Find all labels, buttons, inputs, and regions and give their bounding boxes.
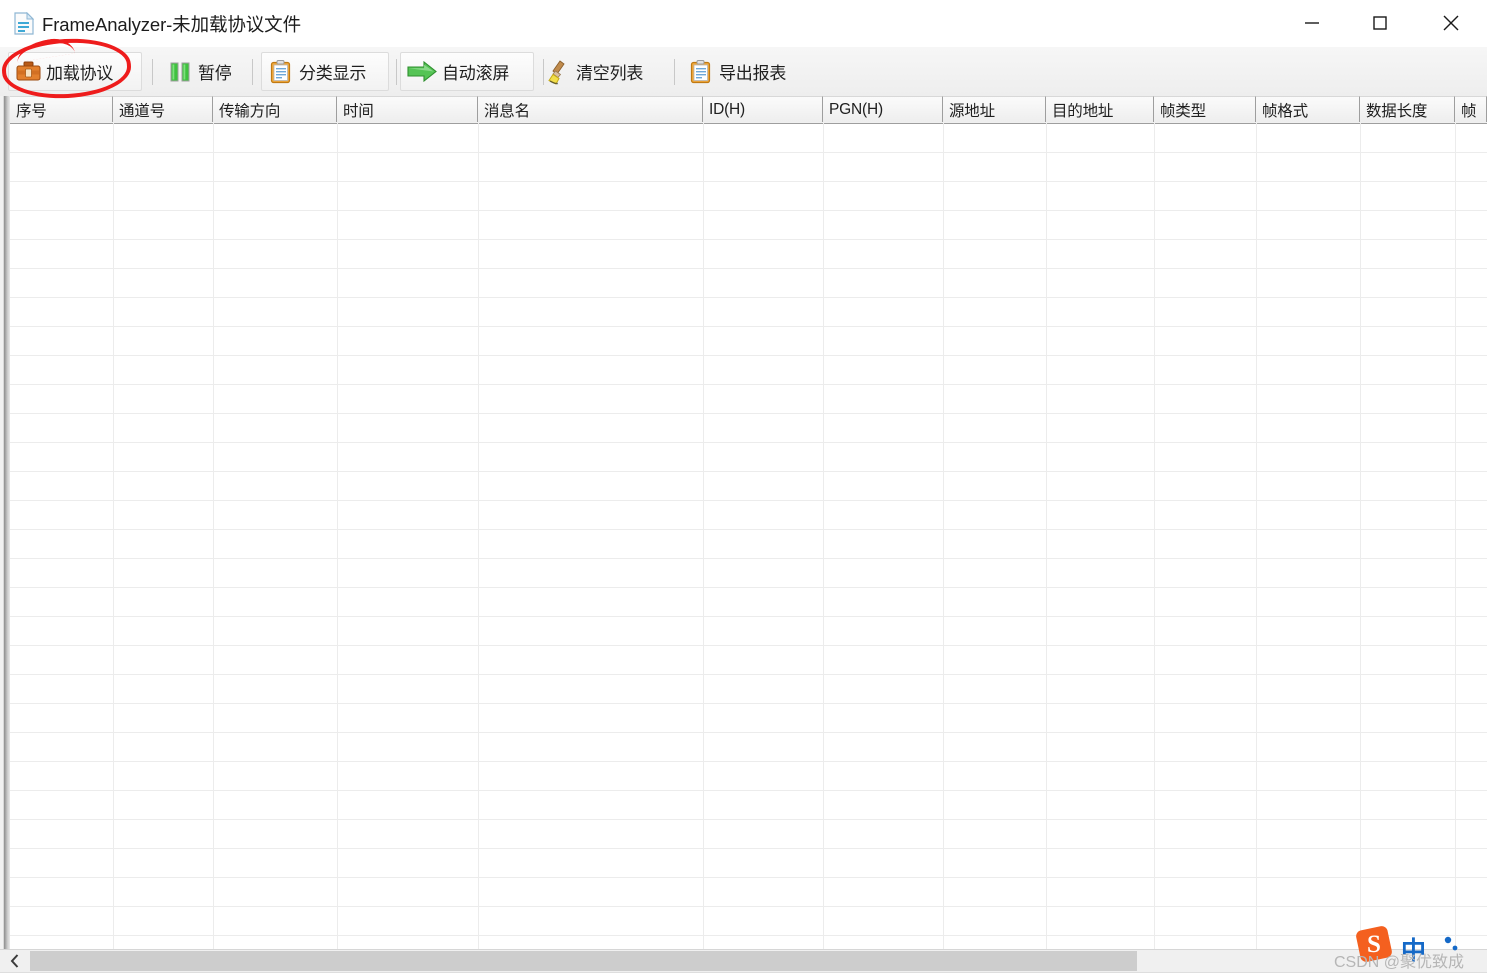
toolbar-separator [252, 59, 253, 85]
grid-header-src_addr[interactable]: 源地址 [943, 96, 1046, 122]
grid-row-line [10, 384, 1487, 385]
grid-row-line [10, 181, 1487, 182]
grid-column-line [1256, 123, 1257, 949]
chevron-left-icon[interactable] [1, 950, 29, 972]
auto-scroll-button[interactable]: 自动滚屏 [400, 52, 534, 91]
window-title: FrameAnalyzer-未加载协议文件 [42, 14, 301, 35]
grid-column-line [1046, 123, 1047, 949]
toolbox-icon [15, 59, 41, 85]
close-icon [1443, 15, 1459, 31]
grid-row-line [10, 906, 1487, 907]
grid-row-line [10, 500, 1487, 501]
load-protocol-label: 加载协议 [46, 64, 114, 83]
grid-header-frame_clip[interactable]: 帧 [1455, 96, 1487, 122]
grid-column-line [823, 123, 824, 949]
category-view-button[interactable]: 分类显示 [261, 52, 389, 91]
grid-column-line [943, 123, 944, 949]
load-protocol-button[interactable]: 加载协议 [8, 52, 142, 91]
titlebar: FrameAnalyzer-未加载协议文件 [0, 0, 1487, 48]
maximize-icon [1373, 16, 1387, 30]
toolbar-separator [674, 59, 675, 85]
pause-button[interactable]: 暂停 [160, 52, 244, 91]
grid-row-line [10, 326, 1487, 327]
grid-row-line [10, 761, 1487, 762]
grid-row-line [10, 297, 1487, 298]
grid-row-line [10, 645, 1487, 646]
grid-row-line [10, 210, 1487, 211]
grid-row-line [10, 268, 1487, 269]
frameanalyzer-window: FrameAnalyzer-未加载协议文件 加载协议 暂停 分类显示 自动滚屏 … [0, 0, 1487, 980]
green-arrow-icon [407, 59, 437, 85]
export-report-button[interactable]: 导出报表 [681, 52, 803, 91]
export-report-label: 导出报表 [719, 64, 787, 83]
grid-column-line [337, 123, 338, 949]
grid-row-line [10, 413, 1487, 414]
grid-header-id_hex[interactable]: ID(H) [703, 96, 823, 122]
grid-header-time[interactable]: 时间 [337, 96, 478, 122]
minimize-icon [1305, 22, 1319, 24]
grid-left-edge [0, 96, 10, 949]
grid-header-frame_fmt[interactable]: 帧格式 [1256, 96, 1360, 122]
grid-row-line [10, 442, 1487, 443]
grid-column-line [703, 123, 704, 949]
category-view-label: 分类显示 [299, 64, 367, 83]
grid-header-row: 序号 通道号 传输方向 时间 消息名 ID(H) PGN(H) 源地址 目的地址 帧类型 帧格式 数据… [0, 96, 1487, 124]
close-button[interactable] [1428, 0, 1474, 46]
grid-row-line [10, 674, 1487, 675]
pause-label: 暂停 [198, 64, 232, 83]
grid-header-direction[interactable]: 传输方向 [213, 96, 337, 122]
clear-list-label: 清空列表 [576, 64, 644, 83]
auto-scroll-label: 自动滚屏 [442, 64, 510, 83]
grid-column-line [113, 123, 114, 949]
grid-column-line [213, 123, 214, 949]
grid-row-line [10, 529, 1487, 530]
broom-icon [545, 59, 571, 85]
grid-row-line [10, 732, 1487, 733]
grid-row-line [10, 558, 1487, 559]
grid-row-line [10, 471, 1487, 472]
grid-column-line [1455, 123, 1456, 949]
clipboard-icon [268, 59, 294, 85]
toolbar-separator [152, 59, 153, 85]
scrollbar-thumb[interactable] [30, 951, 1137, 971]
frame-list-grid[interactable]: 序号 通道号 传输方向 时间 消息名 ID(H) PGN(H) 源地址 目的地址 帧类型 帧格式 数据… [0, 96, 1487, 949]
grid-row-line [10, 848, 1487, 849]
toolbar-separator [396, 59, 397, 85]
grid-header-seq[interactable]: 序号 [10, 96, 113, 122]
grid-header-frame_type[interactable]: 帧类型 [1154, 96, 1256, 122]
grid-header-message[interactable]: 消息名 [478, 96, 703, 122]
grid-row-line [10, 819, 1487, 820]
grid-row-line [10, 587, 1487, 588]
grid-row-line [10, 935, 1487, 936]
grid-header-dst_addr[interactable]: 目的地址 [1046, 96, 1154, 122]
grid-header-channel[interactable]: 通道号 [113, 96, 213, 122]
grid-row-line [10, 877, 1487, 878]
horizontal-scrollbar[interactable] [0, 949, 1487, 972]
grid-header-pgn_hex[interactable]: PGN(H) [823, 96, 943, 122]
pause-icon [167, 59, 193, 85]
minimize-button[interactable] [1289, 0, 1335, 46]
grid-header-data_len[interactable]: 数据长度 [1360, 96, 1455, 122]
grid-body [10, 123, 1487, 949]
grid-row-line [10, 703, 1487, 704]
grid-row-line [10, 616, 1487, 617]
grid-column-line [478, 123, 479, 949]
grid-row-line [10, 355, 1487, 356]
clear-list-button[interactable]: 清空列表 [538, 52, 666, 91]
toolbar: 加载协议 暂停 分类显示 自动滚屏 清空列表 导出报表 [0, 47, 1487, 132]
grid-column-line [1360, 123, 1361, 949]
maximize-button[interactable] [1357, 0, 1403, 46]
document-icon [14, 11, 35, 35]
grid-column-line [1154, 123, 1155, 949]
grid-row-line [10, 152, 1487, 153]
grid-row-line [10, 239, 1487, 240]
grid-row-line [10, 790, 1487, 791]
clipboard-icon [688, 59, 714, 85]
